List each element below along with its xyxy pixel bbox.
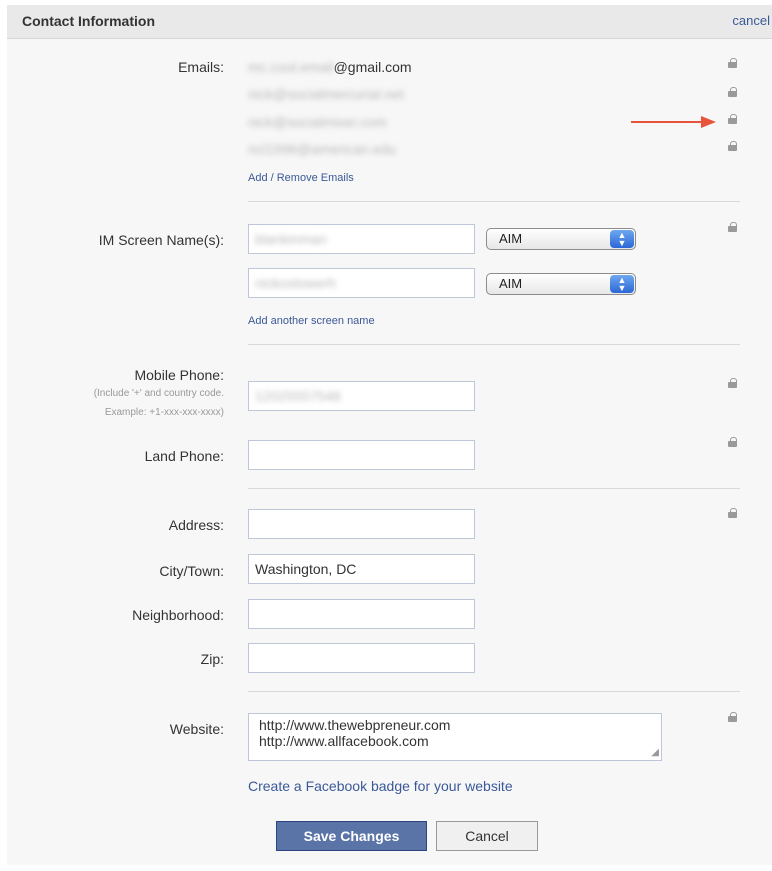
lock-icon[interactable] xyxy=(728,58,737,68)
add-screen-name-link[interactable]: Add another screen name xyxy=(248,315,375,327)
divider xyxy=(248,691,740,692)
mobile-phone-label: Mobile Phone: xyxy=(134,367,224,383)
email-primary-domain: @gmail.com xyxy=(333,59,412,75)
header-cancel-link[interactable]: cancel xyxy=(732,13,770,28)
lock-icon[interactable] xyxy=(728,87,737,97)
email-primary-user: mc.cool.email xyxy=(248,59,334,75)
zip-label: Zip: xyxy=(200,651,224,667)
lock-icon[interactable] xyxy=(728,437,737,447)
emails-label: Emails: xyxy=(178,59,224,75)
lock-icon[interactable] xyxy=(728,222,737,232)
email-item: ncl1996@american.edu xyxy=(248,141,397,157)
mobile-phone-hint: (Include '+' and country code. xyxy=(93,388,224,399)
email-item: nick@socialmercurial.net xyxy=(248,86,404,102)
save-changes-button[interactable]: Save Changes xyxy=(276,821,427,851)
cancel-button[interactable]: Cancel xyxy=(436,821,538,851)
website-line: http://www.allfacebook.com xyxy=(259,733,429,749)
updown-chevron-icon: ▲ ▼ xyxy=(610,230,634,248)
zip-input[interactable] xyxy=(248,643,475,673)
email-item: nick@socialmixer.com xyxy=(248,114,387,130)
resize-handle-icon[interactable]: ◢ xyxy=(651,748,659,758)
section-title: Contact Information xyxy=(22,13,155,29)
divider xyxy=(248,201,740,202)
im-service-value: AIM xyxy=(499,276,523,291)
website-textarea[interactable]: http://www.thewebpreneur.com http://www.… xyxy=(248,713,662,761)
im-service-select[interactable]: AIM ▲ ▼ xyxy=(486,273,636,295)
divider xyxy=(248,488,740,489)
land-phone-input[interactable] xyxy=(248,440,475,470)
website-line: http://www.thewebpreneur.com xyxy=(259,717,451,733)
address-input[interactable] xyxy=(248,509,475,539)
lock-icon[interactable] xyxy=(728,141,737,151)
neighborhood-input[interactable] xyxy=(248,599,475,629)
land-phone-label: Land Phone: xyxy=(144,448,224,464)
city-town-label: City/Town: xyxy=(159,563,224,579)
city-town-input[interactable]: Washington, DC xyxy=(248,554,475,584)
lock-icon[interactable] xyxy=(728,508,737,518)
facebook-badge-link[interactable]: Create a Facebook badge for your website xyxy=(248,778,513,794)
divider xyxy=(248,344,740,345)
im-service-select[interactable]: AIM ▲ ▼ xyxy=(486,228,636,250)
im-screen-name-input[interactable]: nickoslowerh xyxy=(248,268,475,298)
section-header: Contact Information cancel xyxy=(7,5,772,39)
lock-icon[interactable] xyxy=(728,378,737,388)
im-screen-name-input[interactable]: blankinman xyxy=(248,224,475,254)
neighborhood-label: Neighborhood: xyxy=(132,607,224,623)
mobile-phone-input[interactable]: 12025557548 xyxy=(248,381,475,411)
mobile-phone-hint: Example: +1-xxx-xxx-xxxx) xyxy=(104,407,224,418)
website-label: Website: xyxy=(169,721,224,737)
lock-icon[interactable] xyxy=(728,712,737,722)
updown-chevron-icon: ▲ ▼ xyxy=(610,275,634,293)
email-primary: mc.cool.email@gmail.com xyxy=(248,59,412,75)
red-arrow-annotation xyxy=(631,116,716,128)
add-remove-emails-link[interactable]: Add / Remove Emails xyxy=(248,172,354,184)
im-service-value: AIM xyxy=(499,231,523,246)
lock-icon[interactable] xyxy=(728,114,737,124)
address-label: Address: xyxy=(168,517,224,533)
im-screen-names-label: IM Screen Name(s): xyxy=(98,232,224,248)
